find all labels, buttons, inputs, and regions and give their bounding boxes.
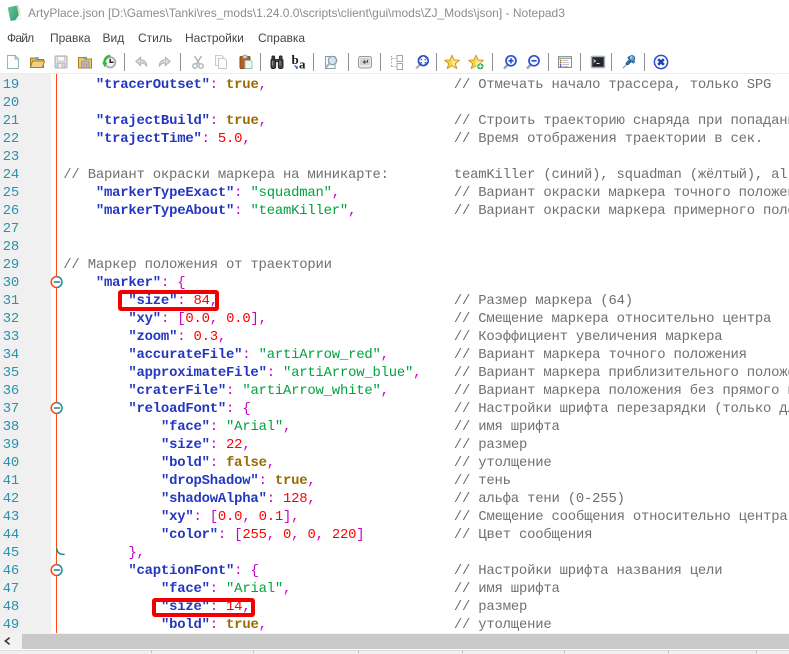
svg-text:b: b xyxy=(292,54,299,67)
svg-text:a: a xyxy=(299,57,306,71)
